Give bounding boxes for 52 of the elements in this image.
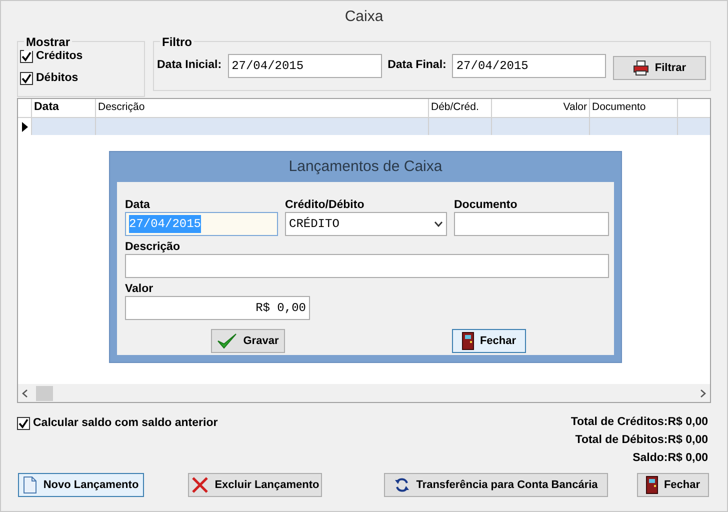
push-button[interactable]: Fechar bbox=[637, 473, 709, 497]
dropdown[interactable]: CRÉDITO bbox=[285, 212, 447, 236]
cross-icon bbox=[190, 476, 209, 494]
field-label: Data Final: bbox=[388, 58, 446, 74]
push-button[interactable]: Gravar bbox=[211, 329, 285, 353]
column-header: Descrição bbox=[96, 99, 429, 117]
checkbox-label: Calcular saldo com saldo anterior bbox=[33, 416, 218, 431]
column-header: Valor bbox=[492, 99, 590, 117]
total-label: Saldo: bbox=[632, 451, 668, 466]
field-label: Descrição bbox=[125, 240, 181, 254]
column-header: Déb/Créd. bbox=[429, 99, 492, 117]
refresh-icon bbox=[394, 477, 410, 493]
currency-field[interactable]: R$ 0,00 bbox=[125, 296, 310, 320]
total-value: R$ 0,00 bbox=[668, 451, 708, 466]
total-label: Total de Créditos: bbox=[570, 415, 668, 430]
total-label: Total de Débitos: bbox=[575, 433, 668, 448]
field-label: Valor bbox=[125, 282, 154, 296]
checkbox-label: Débitos bbox=[36, 71, 78, 86]
scroll-left-icon[interactable] bbox=[22, 388, 28, 398]
scroll-thumb[interactable] bbox=[36, 386, 53, 400]
checkbox-label: Créditos bbox=[36, 49, 83, 64]
push-button[interactable]: Fechar bbox=[452, 329, 526, 353]
checkbox[interactable] bbox=[17, 417, 30, 430]
input-field[interactable] bbox=[454, 212, 609, 236]
push-button[interactable]: Novo Lançamento bbox=[18, 473, 144, 497]
scroll-right-icon[interactable] bbox=[700, 388, 706, 398]
column-header: Data bbox=[32, 99, 96, 117]
date-field[interactable]: 27/04/2015 bbox=[228, 54, 382, 78]
door-icon bbox=[462, 332, 474, 350]
input-field[interactable] bbox=[125, 254, 609, 278]
checkbox[interactable] bbox=[20, 72, 33, 86]
total-value: R$ 0,00 bbox=[668, 415, 708, 430]
caret-icon bbox=[434, 221, 443, 227]
horizontal-scrollbar[interactable] bbox=[18, 384, 710, 402]
check-icon bbox=[217, 332, 238, 350]
date-field[interactable]: 27/04/2015 bbox=[452, 54, 606, 78]
document-icon bbox=[23, 476, 38, 494]
row-pointer-icon bbox=[22, 122, 28, 132]
column-header: Documento bbox=[590, 99, 678, 117]
push-button[interactable]: Excluir Lançamento bbox=[188, 473, 322, 497]
door-icon bbox=[646, 476, 658, 494]
push-button[interactable]: Filtrar bbox=[613, 56, 706, 80]
checkbox[interactable] bbox=[20, 50, 33, 64]
dialog-title: Lançamentos de Caixa bbox=[288, 156, 442, 177]
field-label: Data Inicial: bbox=[157, 58, 222, 74]
field-label: Crédito/Débito bbox=[285, 198, 366, 212]
total-value: R$ 0,00 bbox=[668, 433, 708, 448]
field-label: Documento bbox=[454, 198, 518, 212]
printer-icon bbox=[632, 60, 649, 76]
push-button[interactable]: Transferência para Conta Bancária bbox=[384, 473, 608, 497]
field-label: Data bbox=[125, 198, 151, 212]
window-title: Caixa bbox=[344, 6, 384, 27]
